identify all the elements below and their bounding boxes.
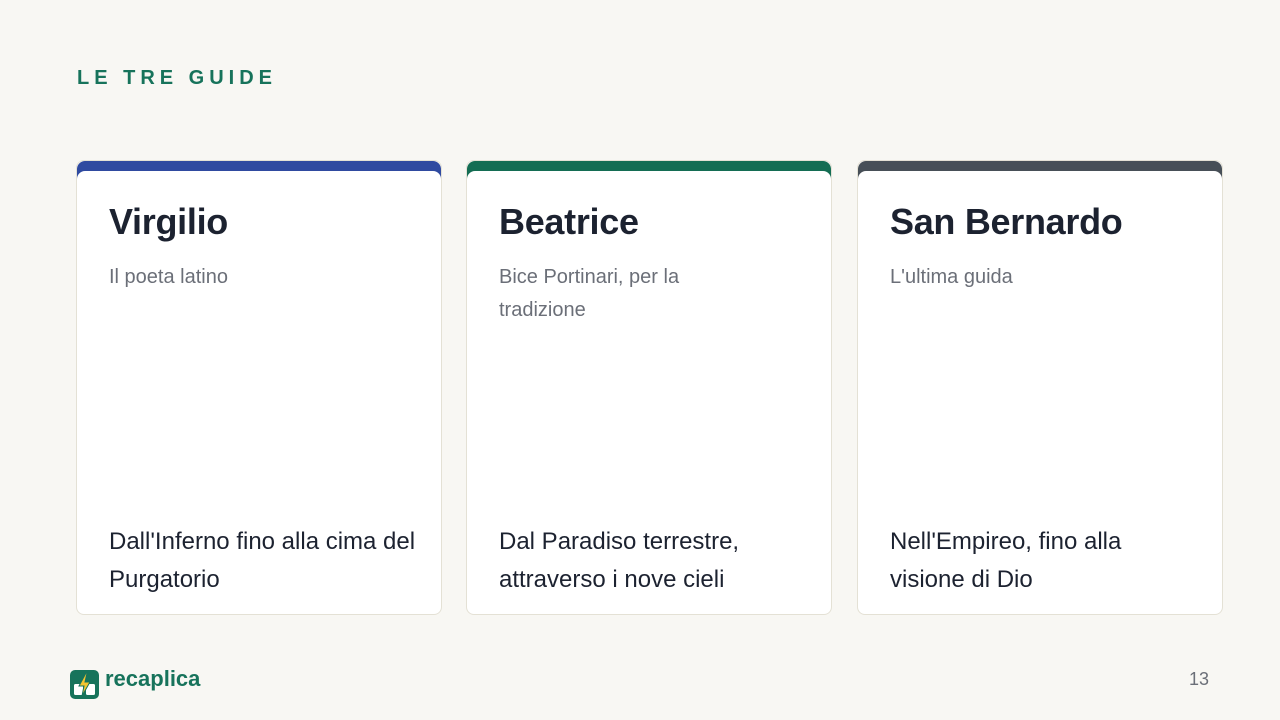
card-description: Dall'Inferno fino alla cima del Purgator… xyxy=(109,528,416,593)
page-number: 13 xyxy=(1188,669,1209,689)
card-subtitle: L'ultima guida xyxy=(890,266,1013,288)
card-accent-bar xyxy=(858,161,1222,185)
card-description: Nell'Empireo, fino alla visione di Dio xyxy=(890,528,1122,593)
card-subtitle: Bice Portinari, per la tradizione xyxy=(499,266,680,321)
card-title: Beatrice xyxy=(499,201,639,242)
guide-cards: Virgilio Il poeta latino Dall'Inferno fi… xyxy=(76,160,1223,615)
guide-card-san-bernardo: San Bernardo L'ultima guida Nell'Empireo… xyxy=(857,160,1223,615)
brand-name: recaplica xyxy=(105,666,201,691)
card-subtitle: Il poeta latino xyxy=(109,266,228,288)
recaplica-logo-icon xyxy=(70,670,99,699)
guide-card-virgilio: Virgilio Il poeta latino Dall'Inferno fi… xyxy=(76,160,442,615)
card-accent-bar xyxy=(467,161,831,185)
guide-card-beatrice: Beatrice Bice Portinari, per la tradizio… xyxy=(466,160,832,615)
slide: LE TRE GUIDE Virgilio Il poeta latino Da… xyxy=(0,0,1280,720)
section-label: LE TRE GUIDE xyxy=(77,67,278,89)
card-title: Virgilio xyxy=(109,201,228,242)
card-accent-bar xyxy=(77,161,441,185)
card-description: Dal Paradiso terrestre, attraverso i nov… xyxy=(499,528,740,593)
card-title: San Bernardo xyxy=(890,201,1123,242)
